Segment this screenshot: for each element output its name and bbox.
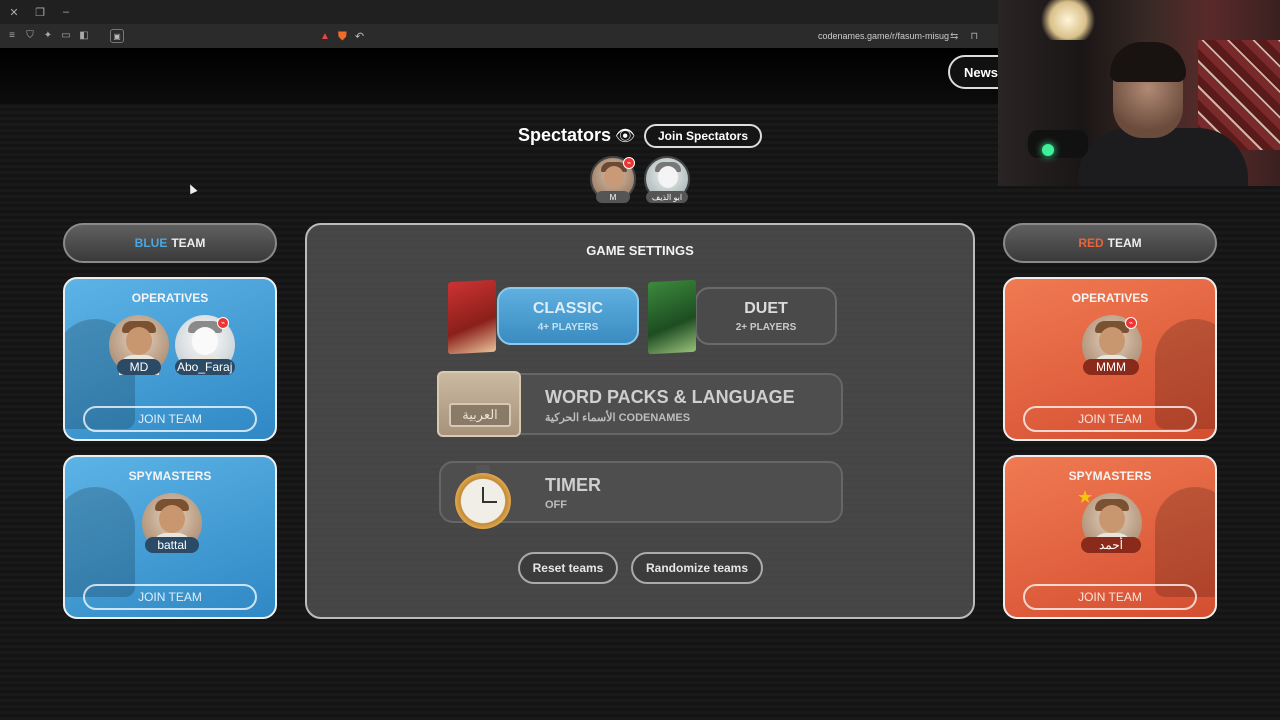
spectator-name: ابو الذيف: [646, 191, 688, 203]
address-bar[interactable]: codenames.game/r/fasum-misug: [818, 31, 949, 41]
player-name: battal: [145, 537, 199, 553]
blue-team-header: BLUE TEAM: [63, 223, 277, 263]
sidebar-icon[interactable]: ◧: [78, 29, 90, 41]
player-name: أحمد: [1081, 537, 1141, 553]
microphone: [1028, 130, 1088, 158]
mode-players: 2+ PLAYERS: [735, 321, 797, 333]
disconnected-icon: ⌁: [217, 317, 229, 329]
join-red-operatives-button[interactable]: JOIN TEAM: [1023, 406, 1197, 432]
spymasters-title: SPYMASTERS: [1068, 469, 1152, 483]
mic-light: [1042, 144, 1054, 156]
player-name: MD: [117, 359, 161, 375]
bookmark-icon[interactable]: ⊓: [970, 31, 978, 42]
timer-value: OFF: [545, 499, 567, 511]
blue-spymasters-panel: SPYMASTERS battal JOIN TEAM: [63, 455, 277, 619]
window-titlebar: ✕ ❐ –: [0, 0, 1000, 24]
operatives-title: OPERATIVES: [1071, 291, 1149, 305]
language-tile-label: العربية: [449, 403, 511, 427]
puzzle-icon[interactable]: ✦: [42, 29, 54, 41]
spymasters-title: SPYMASTERS: [128, 469, 212, 483]
team-word: TEAM: [1107, 236, 1142, 250]
restore-window-icon[interactable]: ❐: [32, 6, 48, 19]
player-name: Abo_Faraj: [175, 359, 235, 375]
team-word: TEAM: [171, 236, 206, 250]
join-red-spymasters-button[interactable]: JOIN TEAM: [1023, 584, 1197, 610]
team-color-word: RED: [1078, 236, 1104, 250]
mode-players: 4+ PLAYERS: [537, 321, 599, 333]
join-blue-operatives-button[interactable]: JOIN TEAM: [83, 406, 257, 432]
background-figure: [65, 487, 135, 597]
randomize-teams-button[interactable]: Randomize teams: [631, 552, 763, 584]
reload-icon[interactable]: ↶: [355, 30, 364, 43]
close-window-icon[interactable]: ✕: [6, 6, 22, 19]
person-hair: [1110, 42, 1186, 82]
mouse-cursor-icon: [186, 182, 198, 195]
eye-icon: 👁: [615, 128, 636, 145]
background-figure: [1155, 487, 1215, 597]
duet-mode-button[interactable]: DUET 2+ PLAYERS: [695, 287, 837, 345]
brave-shield-icon[interactable]: ⛊: [338, 29, 347, 44]
classic-box-art: [448, 279, 496, 355]
blue-operatives-panel: OPERATIVES MD ⌁ Abo_Faraj JOIN TEAM: [63, 277, 277, 441]
app-window: ✕ ❐ – ≡ ⛉ ✦ ▭ ◧ ▣ ▲ ⛊ ↶ codenames.game/r…: [0, 0, 1280, 720]
lamp-shape: [1038, 0, 1098, 40]
red-spymasters-panel: SPYMASTERS ★ أحمد JOIN TEAM: [1003, 455, 1217, 619]
red-team-header: RED TEAM: [1003, 223, 1217, 263]
duet-box-art: [648, 279, 696, 355]
shield-icon[interactable]: ⛉: [24, 29, 36, 41]
operatives-title: OPERATIVES: [131, 291, 209, 305]
webcam-overlay: [998, 0, 1280, 186]
disconnected-icon: ⌁: [1125, 317, 1137, 329]
spectators-title: Spectators: [518, 125, 612, 145]
tab-favicon-icon[interactable]: ▣: [110, 29, 124, 43]
game-settings-panel: GAME SETTINGS CLASSIC 4+ PLAYERS DUET 2+…: [305, 223, 975, 619]
spectator-name: M: [596, 191, 630, 203]
reset-teams-button[interactable]: Reset teams: [518, 552, 618, 584]
translate-icon[interactable]: ⇆: [950, 31, 958, 42]
game-settings-title: GAME SETTINGS: [586, 243, 694, 258]
mode-name: CLASSIC: [532, 299, 604, 317]
disconnected-icon: ⌁: [623, 157, 635, 169]
player-name: MMM: [1083, 359, 1139, 375]
join-blue-spymasters-button[interactable]: JOIN TEAM: [83, 584, 257, 610]
classic-mode-button[interactable]: CLASSIC 4+ PLAYERS: [497, 287, 639, 345]
team-color-word: BLUE: [134, 236, 168, 250]
timer-title: TIMER: [545, 475, 601, 495]
menu-icon[interactable]: ≡: [6, 29, 18, 41]
join-spectators-button[interactable]: Join Spectators: [644, 124, 762, 148]
brave-rewards-icon[interactable]: ▲: [320, 31, 330, 42]
person-body: [1078, 128, 1248, 186]
mode-name: DUET: [744, 299, 788, 317]
site-header: [0, 48, 1000, 104]
word-packs-title: WORD PACKS & LANGUAGE: [545, 387, 795, 407]
language-tile: العربية: [437, 371, 521, 437]
word-packs-subtitle: الأسماء الحركية CODENAMES: [545, 412, 691, 424]
browser-toolbar: ≡ ⛉ ✦ ▭ ◧ ▣ ▲ ⛊ ↶ codenames.game/r/fasum…: [0, 24, 1000, 48]
stopwatch-icon: [455, 465, 511, 529]
red-operatives-panel: OPERATIVES ⌁ MMM JOIN TEAM: [1003, 277, 1217, 441]
star-icon: ★: [1077, 487, 1094, 507]
minimize-window-icon[interactable]: –: [58, 6, 74, 18]
tabs-icon[interactable]: ▭: [60, 29, 72, 41]
